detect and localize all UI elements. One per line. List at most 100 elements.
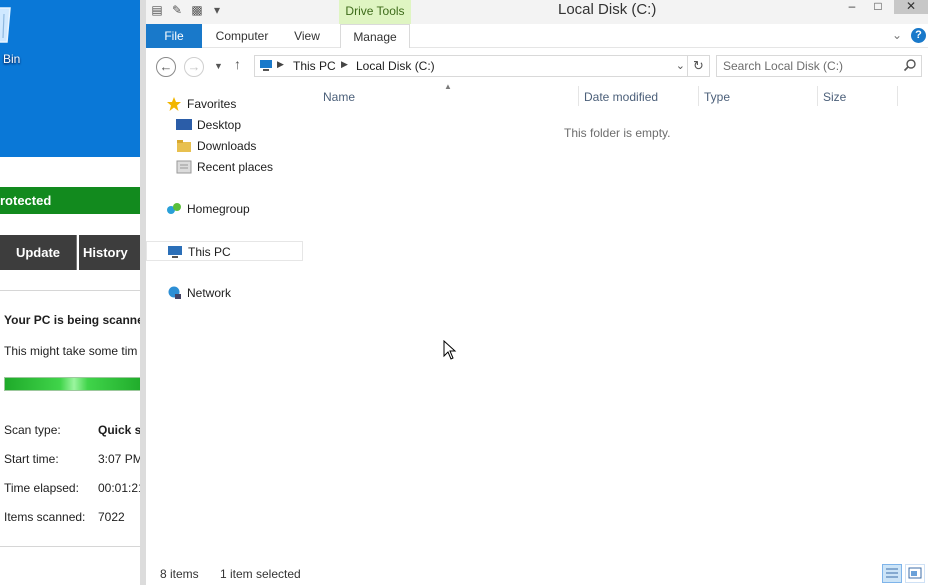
time-elapsed-value: 00:01:21	[98, 481, 140, 495]
address-history-chevron-icon[interactable]: ⌄	[676, 59, 685, 72]
up-button[interactable]: ↑	[234, 56, 241, 72]
minimize-button[interactable]: –	[842, 0, 862, 14]
quick-access-toolbar: ▤ ✎ ▩ ▾	[150, 2, 224, 18]
properties-icon[interactable]: ✎	[170, 2, 184, 18]
column-divider[interactable]	[817, 86, 818, 106]
drive-tools-contextual-label: Drive Tools	[339, 0, 411, 24]
security-scanner-window: rotected Update History Your PC is being…	[0, 157, 140, 585]
desktop-icon	[176, 119, 192, 130]
empty-folder-message: This folder is empty.	[564, 126, 671, 140]
nav-item-recent-places-label: Recent places	[197, 160, 274, 174]
large-icons-view-button[interactable]	[905, 564, 925, 583]
scan-type-label: Scan type:	[4, 423, 61, 437]
nav-item-favorites[interactable]: Favorites	[166, 94, 236, 114]
nav-item-recent-places[interactable]: Recent places	[176, 157, 273, 177]
details-view-button[interactable]	[882, 564, 902, 583]
tab-update[interactable]: Update	[0, 235, 77, 270]
nav-item-desktop[interactable]: Desktop	[176, 115, 241, 135]
selection-count: 1 item selected	[220, 567, 301, 581]
column-header-date-modified[interactable]: Date modified	[584, 90, 658, 104]
recycle-bin-label[interactable]: Bin	[3, 52, 20, 66]
start-time-row: Start time: 3:07 PM	[4, 452, 140, 466]
scan-type-value: Quick s	[98, 423, 140, 437]
search-icon[interactable]	[903, 58, 917, 72]
scan-status-heading: Your PC is being scanned	[4, 313, 140, 327]
network-icon	[168, 286, 181, 299]
mouse-cursor-icon	[443, 340, 457, 360]
column-divider[interactable]	[897, 86, 898, 106]
help-icon[interactable]: ?	[911, 28, 926, 43]
forward-button[interactable]: →	[184, 57, 204, 77]
file-explorer-window: ▤ ✎ ▩ ▾ Drive Tools Local Disk (C:) – □ …	[140, 0, 928, 585]
breadcrumb-separator-icon[interactable]: ▶	[277, 59, 284, 70]
expand-ribbon-chevron-icon[interactable]: ⌄	[892, 28, 902, 42]
nav-item-network[interactable]: Network	[166, 283, 231, 303]
nav-item-this-pc-label: This PC	[188, 245, 231, 259]
this-pc-icon	[260, 60, 272, 71]
nav-item-favorites-label: Favorites	[187, 97, 237, 111]
navigation-bar: ← → ▼ ↑ ▶ This PC ▶ Local Disk (C:) ⌄ ↻	[146, 48, 928, 84]
window-title: Local Disk (C:)	[558, 1, 657, 18]
tab-file[interactable]: File	[146, 24, 202, 48]
large-icons-view-icon	[908, 567, 922, 579]
tab-view[interactable]: View	[286, 24, 328, 48]
scan-type-row: Scan type: Quick s	[4, 423, 140, 437]
nav-item-downloads-label: Downloads	[197, 139, 257, 153]
maximize-button[interactable]: □	[868, 0, 888, 14]
breadcrumb-separator-icon[interactable]: ▶	[341, 59, 348, 70]
homegroup-icon	[167, 203, 181, 214]
sort-ascending-icon: ▲	[444, 82, 452, 91]
divider	[0, 290, 140, 291]
tab-history[interactable]: History	[79, 235, 140, 270]
recent-places-icon	[176, 160, 192, 174]
back-button[interactable]: ←	[156, 57, 176, 77]
items-scanned-value: 7022	[98, 510, 125, 524]
close-button[interactable]: ✕	[894, 0, 928, 14]
new-folder-icon[interactable]: ▩	[190, 2, 204, 18]
tab-update-label: Update	[15, 245, 61, 260]
this-pc-icon	[168, 246, 182, 258]
nav-item-downloads[interactable]: Downloads	[176, 136, 256, 156]
column-header-name[interactable]: Name	[323, 90, 355, 104]
customize-toolbar-chevron-icon[interactable]: ▾	[210, 2, 224, 18]
start-time-label: Start time:	[4, 452, 59, 466]
scan-progress-fill	[5, 378, 140, 390]
breadcrumb-local-disk[interactable]: Local Disk (C:)	[356, 59, 435, 73]
start-time-value: 3:07 PM	[98, 452, 140, 466]
tab-computer[interactable]: Computer	[208, 24, 276, 48]
time-elapsed-label: Time elapsed:	[4, 481, 79, 495]
nav-item-homegroup[interactable]: Homegroup	[166, 199, 250, 219]
nav-item-homegroup-label: Homegroup	[187, 202, 250, 216]
title-bar[interactable]: ▤ ✎ ▩ ▾ Drive Tools Local Disk (C:) – □ …	[146, 0, 928, 24]
column-divider[interactable]	[698, 86, 699, 106]
items-scanned-label: Items scanned:	[4, 510, 86, 524]
divider	[0, 546, 140, 547]
refresh-button[interactable]: ↻	[687, 56, 709, 76]
nav-item-network-label: Network	[187, 286, 232, 300]
navigation-pane: Favorites Desktop Downloads Recent place…	[146, 84, 306, 554]
tab-manage[interactable]: Manage	[340, 24, 410, 48]
protection-status-text: rotected	[0, 193, 52, 208]
scan-progress-bar	[4, 377, 140, 391]
items-scanned-row: Items scanned: 7022	[4, 510, 125, 524]
item-count: 8 items	[160, 567, 199, 581]
nav-item-this-pc[interactable]: This PC	[146, 241, 303, 261]
address-bar[interactable]: ▶ This PC ▶ Local Disk (C:) ⌄ ↻	[254, 55, 710, 77]
recycle-bin-icon[interactable]	[0, 2, 12, 46]
column-header-type[interactable]: Type	[704, 90, 730, 104]
details-view-icon	[886, 568, 898, 578]
scan-status-subtext: This might take some tim	[4, 344, 138, 358]
tab-history-label: History	[83, 245, 128, 260]
time-elapsed-row: Time elapsed: 00:01:21	[4, 481, 140, 495]
protection-status-bar: rotected	[0, 187, 140, 214]
drive-icon[interactable]: ▤	[150, 2, 164, 18]
breadcrumb-this-pc[interactable]: This PC	[293, 59, 336, 73]
search-box[interactable]	[716, 55, 922, 77]
column-header-size[interactable]: Size	[823, 90, 846, 104]
search-input[interactable]	[723, 58, 893, 74]
status-bar: 8 items 1 item selected	[146, 562, 928, 585]
column-divider[interactable]	[578, 86, 579, 106]
nav-item-desktop-label: Desktop	[197, 118, 242, 132]
desktop-background: Bin	[0, 0, 140, 157]
recent-locations-chevron-icon[interactable]: ▼	[214, 61, 223, 71]
